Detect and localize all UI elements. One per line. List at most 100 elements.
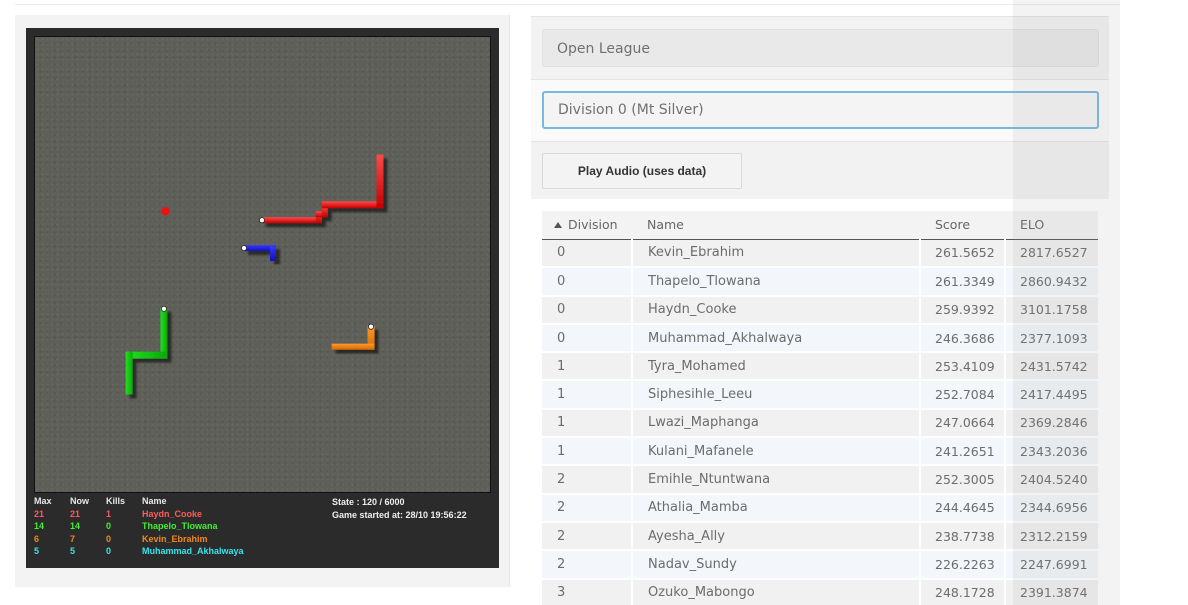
apple-icon	[161, 207, 170, 216]
snake-green	[125, 307, 168, 395]
column-header-division[interactable]: Division	[542, 211, 632, 240]
game-state-info: State : 120 / 6000 Game started at: 28/1…	[332, 496, 467, 522]
column-header-name[interactable]: Name	[632, 211, 920, 240]
cell-division: 2	[542, 550, 632, 580]
game-state-text: State : 120 / 6000	[332, 497, 405, 507]
audio-band: Play Audio (uses data)	[531, 141, 1109, 199]
sort-ascending-icon	[554, 222, 562, 229]
player-max: 21	[34, 508, 45, 519]
leaderboard-row[interactable]: 1 Kulani_Mafanele 241.2651 2343.2036	[542, 437, 1098, 467]
column-label-division: Division	[568, 217, 618, 233]
leaderboard-row[interactable]: 0 Muhammad_Akhalwaya 246.3686 2377.1093	[542, 323, 1098, 354]
player-name: Thapelo_Tlowana	[142, 521, 218, 531]
player-name: Haydn_Cooke	[142, 508, 203, 519]
play-audio-button[interactable]: Play Audio (uses data)	[542, 153, 742, 189]
cell-score: 238.7738	[919, 521, 1005, 552]
cell-score: 261.3349	[919, 267, 1005, 297]
header-name: Name	[142, 496, 167, 506]
cell-elo: 2860.9432	[1004, 267, 1098, 297]
arena-canvas	[125, 154, 384, 395]
cell-name: Haydn_Cooke	[631, 295, 920, 325]
cell-division: 1	[542, 352, 632, 382]
game-arena[interactable]	[34, 36, 491, 493]
leaderboard-row[interactable]: 3 Ozuko_Mabongo 248.1728 2391.3874	[542, 578, 1098, 605]
cell-score: 244.4645	[919, 493, 1005, 523]
leaderboard-row[interactable]: 0 Haydn_Cooke 259.9392 3101.1758	[542, 295, 1098, 325]
snake-green-head	[160, 305, 167, 312]
cell-division: 0	[542, 323, 632, 354]
cell-division: 3	[542, 578, 632, 605]
column-header-elo[interactable]: ELO	[1005, 211, 1098, 240]
cell-elo: 2312.2159	[1004, 521, 1098, 552]
leaderboard-row[interactable]: 2 Athalia_Mamba 244.4645 2344.6956	[542, 493, 1098, 523]
player-now: 14	[70, 521, 81, 531]
leaderboard-row[interactable]: 2 Ayesha_Ally 238.7738 2312.2159	[542, 521, 1098, 552]
player-kills: 0	[106, 521, 112, 531]
cell-division: 2	[542, 493, 632, 523]
cell-name: Kulani_Mafanele	[631, 437, 920, 467]
division-select[interactable]: Division 0 (Mt Silver)	[542, 91, 1099, 129]
leaderboard-body: 0 Kevin_Ebrahim 261.5652 2817.6527 0 Thapelo_…	[542, 239, 1098, 605]
cell-elo: 2404.5240	[1004, 465, 1098, 495]
cell-name: Thapelo_Tlowana	[631, 267, 920, 297]
cell-name: Ozuko_Mabongo	[631, 578, 920, 605]
league-band: Open League	[531, 16, 1109, 79]
snake-blue-head	[241, 245, 248, 252]
leaderboard-panel: Open League Division 0 (Mt Silver) Play …	[531, 16, 1109, 605]
cell-score: 248.1728	[919, 578, 1005, 605]
cell-elo: 2417.4495	[1004, 380, 1098, 410]
cell-score: 261.5652	[919, 239, 1005, 269]
header-now: Now	[70, 496, 89, 506]
cell-division: 1	[542, 437, 632, 467]
cell-division: 0	[542, 295, 632, 325]
cell-score: 252.3005	[919, 465, 1005, 495]
leaderboard-row[interactable]: 2 Nadav_Sundy 226.2263 2247.6991	[542, 550, 1098, 580]
player-kills: 0	[106, 546, 112, 556]
player-max: 5	[34, 546, 40, 556]
player-kills: 1	[106, 508, 112, 519]
cell-name: Siphesihle_Leeu	[631, 380, 920, 410]
player-name: Kevin_Ebrahim	[142, 533, 208, 544]
player-name: Muhammad_Akhalwaya	[142, 546, 244, 556]
cell-division: 0	[542, 267, 632, 297]
cell-name: Ayesha_Ally	[631, 521, 920, 552]
cell-name: Tyra_Mohamed	[631, 352, 920, 382]
cell-score: 252.7084	[919, 380, 1005, 410]
leaderboard-row[interactable]: 2 Emihle_Ntuntwana 252.3005 2404.5240	[542, 465, 1098, 495]
cell-elo: 3101.1758	[1004, 295, 1098, 325]
player-kills: 0	[106, 533, 112, 544]
cell-name: Kevin_Ebrahim	[631, 239, 920, 269]
cell-elo: 2391.3874	[1004, 578, 1098, 605]
cell-division: 0	[542, 239, 632, 269]
cell-name: Muhammad_Akhalwaya	[631, 323, 920, 354]
leaderboard-header-row: Division Name Score ELO	[542, 211, 1098, 240]
cell-score: 241.2651	[919, 437, 1005, 467]
cell-elo: 2343.2036	[1004, 437, 1098, 467]
leaderboard-table: Division Name Score ELO 0 Kevin_Ebrahim 26…	[542, 211, 1098, 605]
cell-division: 1	[542, 408, 632, 439]
player-now: 7	[70, 533, 76, 544]
column-header-score[interactable]: Score	[920, 211, 1005, 240]
snake-red-head	[259, 217, 265, 224]
cell-name: Nadav_Sundy	[631, 550, 920, 580]
leaderboard-row[interactable]: 0 Thapelo_Tlowana 261.3349 2860.9432	[542, 267, 1098, 297]
cell-division: 1	[542, 380, 632, 410]
player-now: 21	[70, 508, 81, 519]
cell-elo: 2817.6527	[1004, 239, 1098, 269]
snake-orange	[331, 325, 375, 350]
leaderboard-row[interactable]: 1 Lwazi_Maphanga 247.0664 2369.2846	[542, 408, 1098, 439]
player-max: 14	[34, 521, 45, 531]
page: Max Now Kills Name 21 21 1 Haydn_Cooke 1…	[0, 0, 1188, 605]
leaderboard-row[interactable]: 0 Kevin_Ebrahim 261.5652 2817.6527	[542, 239, 1098, 269]
cell-division: 2	[542, 521, 632, 552]
cell-division: 2	[542, 465, 632, 495]
leaderboard-row[interactable]: 1 Siphesihle_Leeu 252.7084 2417.4495	[542, 380, 1098, 410]
league-select[interactable]: Open League	[542, 29, 1099, 67]
cell-elo: 2431.5742	[1004, 352, 1098, 382]
leaderboard-row[interactable]: 1 Tyra_Mohamed 253.4109 2431.5742	[542, 352, 1098, 382]
game-frame: Max Now Kills Name 21 21 1 Haydn_Cooke 1…	[26, 28, 499, 568]
cell-elo: 2369.2846	[1004, 408, 1098, 439]
division-band: Division 0 (Mt Silver)	[531, 79, 1109, 141]
snake-blue	[244, 245, 276, 262]
cell-name: Emihle_Ntuntwana	[631, 465, 920, 495]
